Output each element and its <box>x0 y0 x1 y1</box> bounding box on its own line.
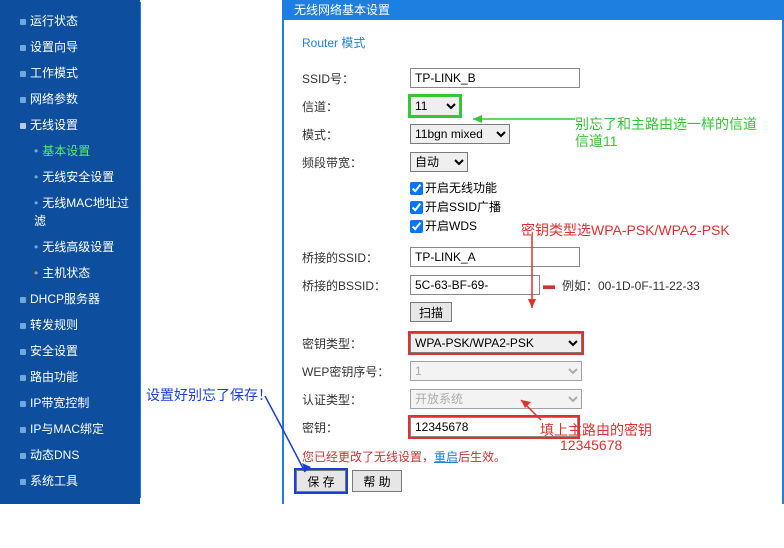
redacted-icon: ▬ <box>540 278 558 292</box>
nav-network[interactable]: 网络参数 <box>0 86 140 112</box>
enable-wifi-checkbox[interactable]: 开启无线功能 <box>410 181 497 195</box>
saved-message: 您已经更改了无线设置，重启后生效。 <box>302 448 764 465</box>
dot-icon: • <box>34 170 38 184</box>
ssid-label: SSID号： <box>302 70 410 87</box>
bullet-icon <box>20 71 26 77</box>
bullet-icon <box>20 323 26 329</box>
channel-select[interactable]: 11 <box>410 96 460 116</box>
bridge-bssid-input[interactable] <box>410 275 540 295</box>
help-button[interactable]: 帮 助 <box>352 470 402 492</box>
channel-label: 信道： <box>302 98 410 115</box>
dot-icon: • <box>34 266 38 280</box>
bullet-icon <box>20 97 26 103</box>
wifimode-label: 模式： <box>302 126 410 143</box>
bullet-icon <box>20 45 26 51</box>
bullet-icon <box>20 297 26 303</box>
bandwidth-select[interactable]: 自动 <box>410 152 468 172</box>
bullet-icon <box>20 427 26 433</box>
keytype-label: 密钥类型： <box>302 335 410 352</box>
annotation-save-hint: 设置好别忘了保存！ <box>146 385 272 405</box>
bullet-icon <box>20 453 26 459</box>
authtype-label: 认证类型： <box>302 391 410 408</box>
ssid-input[interactable] <box>410 68 580 88</box>
reboot-link[interactable]: 重启 <box>434 450 458 464</box>
button-bar: 保 存 帮 助 <box>296 470 402 492</box>
bandwidth-label: 频段带宽： <box>302 154 410 171</box>
nav-dhcp[interactable]: DHCP服务器 <box>0 286 140 312</box>
more-products-link[interactable]: 更多TP-LINK产品, 请点击查看 >> <box>22 512 140 548</box>
dot-icon: • <box>34 144 38 158</box>
chevron-right-icon: >> <box>85 532 99 546</box>
bullet-icon <box>20 349 26 355</box>
nav-route[interactable]: 路由功能 <box>0 364 140 390</box>
divider <box>140 2 141 498</box>
bullet-icon <box>20 19 26 25</box>
enable-wds-checkbox[interactable]: 开启WDS <box>410 219 477 233</box>
wifimode-select[interactable]: 11bgn mixed <box>410 124 510 144</box>
nav-bw[interactable]: IP带宽控制 <box>0 390 140 416</box>
nav-ddns[interactable]: 动态DNS <box>0 442 140 468</box>
key-label: 密钥： <box>302 419 410 436</box>
authtype-select: 开放系统 <box>410 389 582 409</box>
scan-button[interactable]: 扫描 <box>410 302 452 322</box>
nav-wizard[interactable]: 设置向导 <box>0 34 140 60</box>
dot-icon: • <box>34 196 38 210</box>
wepidx-select: 1 <box>410 361 582 381</box>
key-input[interactable] <box>410 417 578 437</box>
nav-wireless-adv[interactable]: •无线高级设置 <box>0 234 140 260</box>
keytype-select[interactable]: WPA-PSK/WPA2-PSK <box>410 333 582 353</box>
nav-workmode[interactable]: 工作模式 <box>0 60 140 86</box>
main-panel: 无线网络基本设置 Router 模式 SSID号： 信道： 11 模式： 11b… <box>282 0 784 504</box>
nav-wireless-security[interactable]: •无线安全设置 <box>0 164 140 190</box>
bullet-icon <box>20 401 26 407</box>
bullet-icon <box>20 479 26 485</box>
enable-ssid-checkbox[interactable]: 开启SSID广播 <box>410 200 501 214</box>
router-mode-label: Router 模式 <box>302 34 764 51</box>
nav-system[interactable]: 系统工具 <box>0 468 140 494</box>
nav-security[interactable]: 安全设置 <box>0 338 140 364</box>
nav-wireless-mac[interactable]: •无线MAC地址过滤 <box>0 190 140 234</box>
bssid-example: 例如：00-1D-0F-11-22-33 <box>562 277 700 294</box>
minus-icon <box>20 123 26 129</box>
dot-icon: • <box>34 240 38 254</box>
nav-wireless-basic[interactable]: •基本设置 <box>0 138 140 164</box>
nav-status[interactable]: 运行状态 <box>0 8 140 34</box>
sidebar: 运行状态 设置向导 工作模式 网络参数 无线设置 •基本设置 •无线安全设置 •… <box>0 0 140 504</box>
nav-wireless[interactable]: 无线设置 <box>0 112 140 138</box>
panel-header: 无线网络基本设置 <box>284 0 782 20</box>
save-button[interactable]: 保 存 <box>296 470 346 492</box>
bridge-ssid-label: 桥接的SSID： <box>302 249 410 266</box>
nav-forward[interactable]: 转发规则 <box>0 312 140 338</box>
wepidx-label: WEP密钥序号： <box>302 363 410 380</box>
nav-ipmac[interactable]: IP与MAC绑定 <box>0 416 140 442</box>
bridge-ssid-input[interactable] <box>410 247 580 267</box>
bridge-bssid-label: 桥接的BSSID： <box>302 277 410 294</box>
bullet-icon <box>20 375 26 381</box>
nav-wireless-host[interactable]: •主机状态 <box>0 260 140 286</box>
